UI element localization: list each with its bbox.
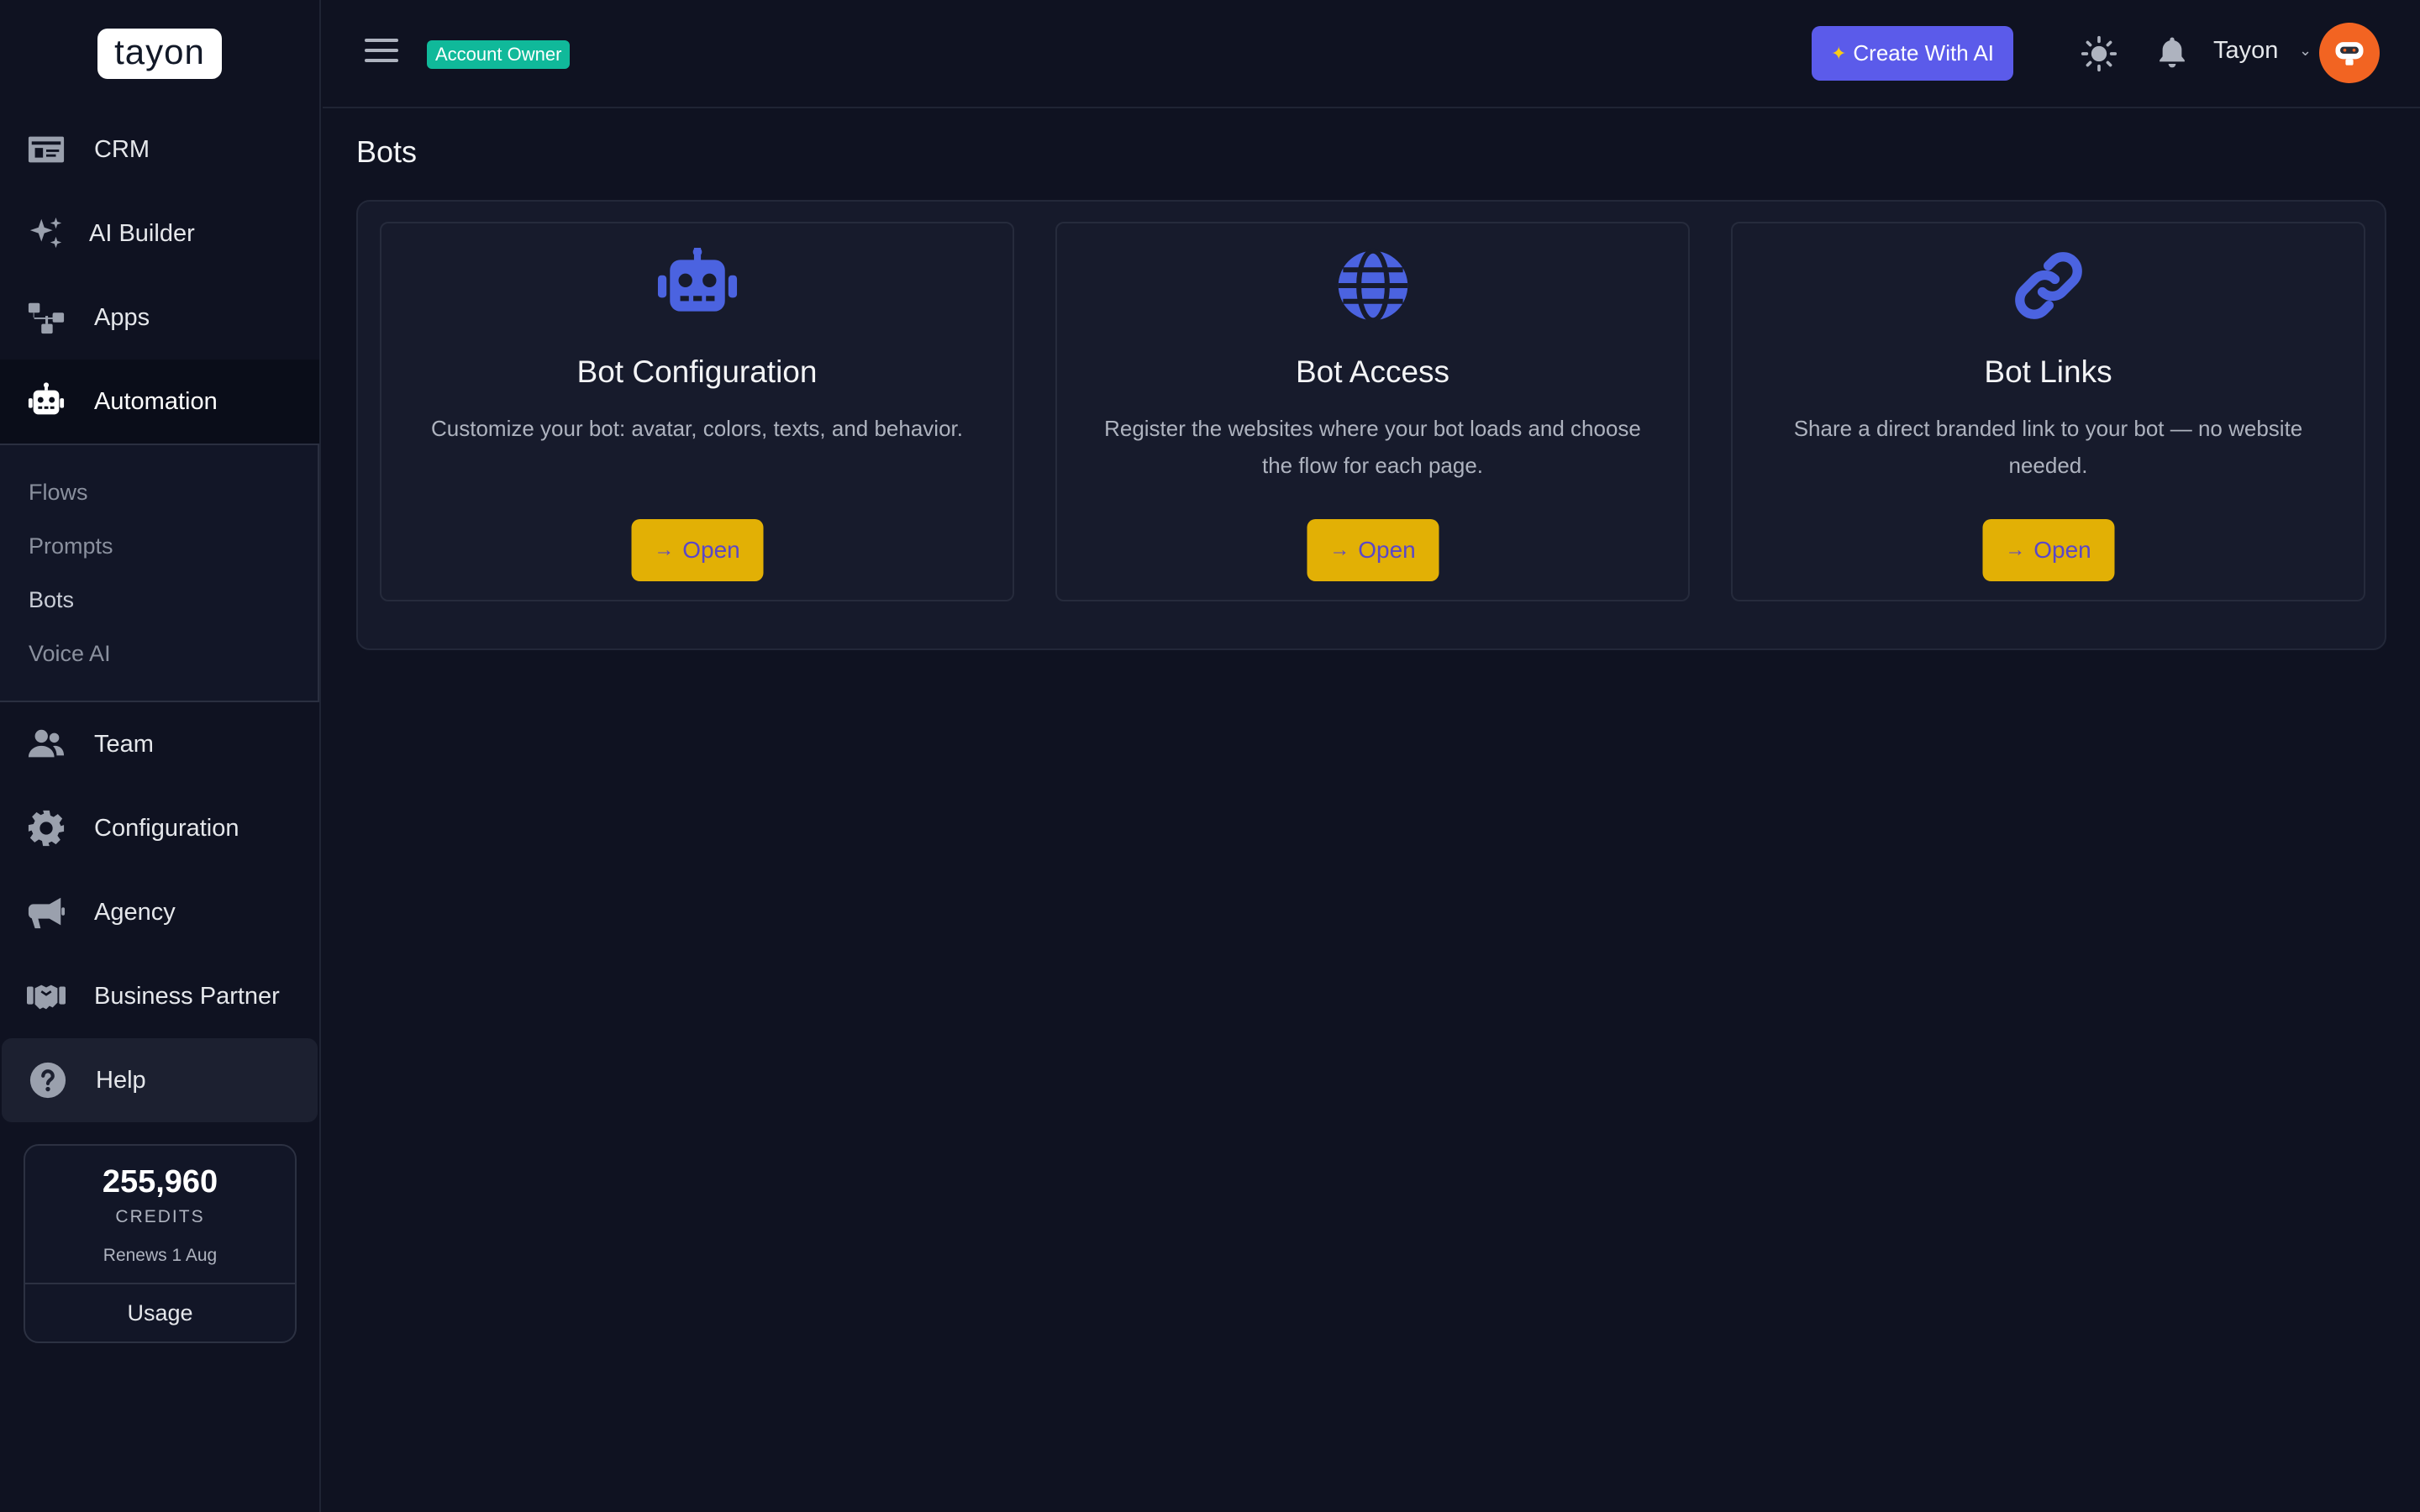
globe-icon: [1323, 244, 1423, 328]
sidebar-item-label: Team: [94, 730, 154, 758]
sidebar-item-configuration[interactable]: Configuration: [0, 786, 319, 870]
top-bar: Account Owner ✦ Create With AI Tayon ⌄: [323, 0, 2420, 108]
open-label: Open: [2033, 537, 2091, 563]
sidebar-item-label: Apps: [94, 303, 150, 331]
submenu-item-flows[interactable]: Flows: [0, 465, 318, 519]
sitemap-icon: [25, 297, 67, 339]
card-title: Bot Access: [1295, 354, 1450, 389]
sidebar: tayon CRM AI Builder Apps Automation Flo…: [0, 0, 321, 1512]
sidebar-item-label: AI Builder: [89, 219, 195, 247]
megaphone-icon: [25, 891, 67, 933]
sidebar-item-label: Business Partner: [94, 982, 280, 1010]
avatar[interactable]: [2319, 23, 2380, 83]
sidebar-item-business-partner[interactable]: Business Partner: [0, 954, 319, 1038]
open-bot-access-button[interactable]: → Open: [1307, 519, 1439, 581]
sidebar-item-team[interactable]: Team: [0, 702, 319, 786]
open-bot-configuration-button[interactable]: → Open: [631, 519, 763, 581]
brand-logo[interactable]: tayon: [97, 29, 222, 79]
sidebar-item-apps[interactable]: Apps: [0, 276, 319, 360]
arrow-right-icon: →: [1329, 538, 1350, 561]
theme-toggle-sun-icon[interactable]: [2081, 35, 2118, 72]
credits-renewal: Renews 1 Aug: [103, 1246, 218, 1265]
sparkles-icon: ✦: [1830, 42, 1847, 64]
bot-links-card: Bot Links Share a direct branded link to…: [1731, 222, 2365, 601]
card-description: Share a direct branded link to your bot …: [1793, 416, 2303, 478]
robot-icon: [25, 381, 67, 423]
robot-icon: [647, 244, 748, 328]
credits-label: CREDITS: [115, 1207, 205, 1226]
logo-area: tayon: [0, 0, 319, 108]
id-card-icon: [25, 129, 67, 171]
menu-toggle-icon[interactable]: [365, 39, 398, 69]
users-icon: [25, 723, 67, 765]
gear-icon: [25, 807, 67, 849]
robot-avatar-icon: [2335, 42, 2364, 66]
link-icon: [1998, 244, 2099, 328]
sidebar-item-label: Configuration: [94, 814, 239, 842]
sidebar-item-ai-builder[interactable]: AI Builder: [0, 192, 319, 276]
bot-configuration-card: Bot Configuration Customize your bot: av…: [380, 222, 1014, 601]
sidebar-item-automation[interactable]: Automation: [0, 360, 319, 444]
automation-submenu: Flows Prompts Bots Voice AI: [0, 444, 319, 702]
open-bot-links-button[interactable]: → Open: [1982, 519, 2114, 581]
sidebar-item-agency[interactable]: Agency: [0, 870, 319, 954]
role-badge: Account Owner: [427, 40, 571, 69]
card-description: Register the websites where your bot loa…: [1104, 416, 1641, 478]
sidebar-item-label: Agency: [94, 898, 176, 926]
sidebar-item-label: Automation: [94, 387, 218, 415]
handshake-icon: [25, 975, 67, 1017]
usage-button[interactable]: Usage: [25, 1283, 295, 1341]
submenu-item-prompts[interactable]: Prompts: [0, 519, 318, 573]
page-title: Bots: [356, 134, 418, 169]
open-label: Open: [682, 537, 740, 563]
sidebar-item-label: CRM: [94, 135, 150, 163]
notifications-bell-icon[interactable]: [2154, 34, 2190, 71]
credits-card: 255,960 CREDITS Renews 1 Aug Usage: [24, 1144, 297, 1343]
credits-amount: 255,960: [102, 1164, 218, 1200]
sidebar-item-help[interactable]: Help: [2, 1038, 318, 1122]
user-name[interactable]: Tayon: [2213, 37, 2278, 65]
bots-panel: Bot Configuration Customize your bot: av…: [356, 200, 2386, 650]
sparkles-icon: [25, 213, 67, 255]
chevron-down-icon[interactable]: ⌄: [2299, 42, 2312, 60]
create-with-ai-button[interactable]: ✦ Create With AI: [1812, 26, 2013, 81]
card-description: Customize your bot: avatar, colors, text…: [431, 416, 963, 441]
sidebar-item-label: Help: [96, 1066, 146, 1094]
arrow-right-icon: →: [654, 538, 675, 561]
open-label: Open: [1358, 537, 1416, 563]
submenu-item-voice-ai[interactable]: Voice AI: [0, 627, 318, 680]
submenu-item-bots[interactable]: Bots: [0, 573, 318, 627]
card-title: Bot Configuration: [576, 354, 818, 389]
create-with-ai-label: Create With AI: [1853, 40, 1995, 66]
arrow-right-icon: →: [2005, 538, 2026, 561]
card-title: Bot Links: [1984, 354, 2112, 389]
question-circle-icon: [27, 1059, 69, 1101]
bot-access-card: Bot Access Register the websites where y…: [1055, 222, 1690, 601]
sidebar-item-crm[interactable]: CRM: [0, 108, 319, 192]
